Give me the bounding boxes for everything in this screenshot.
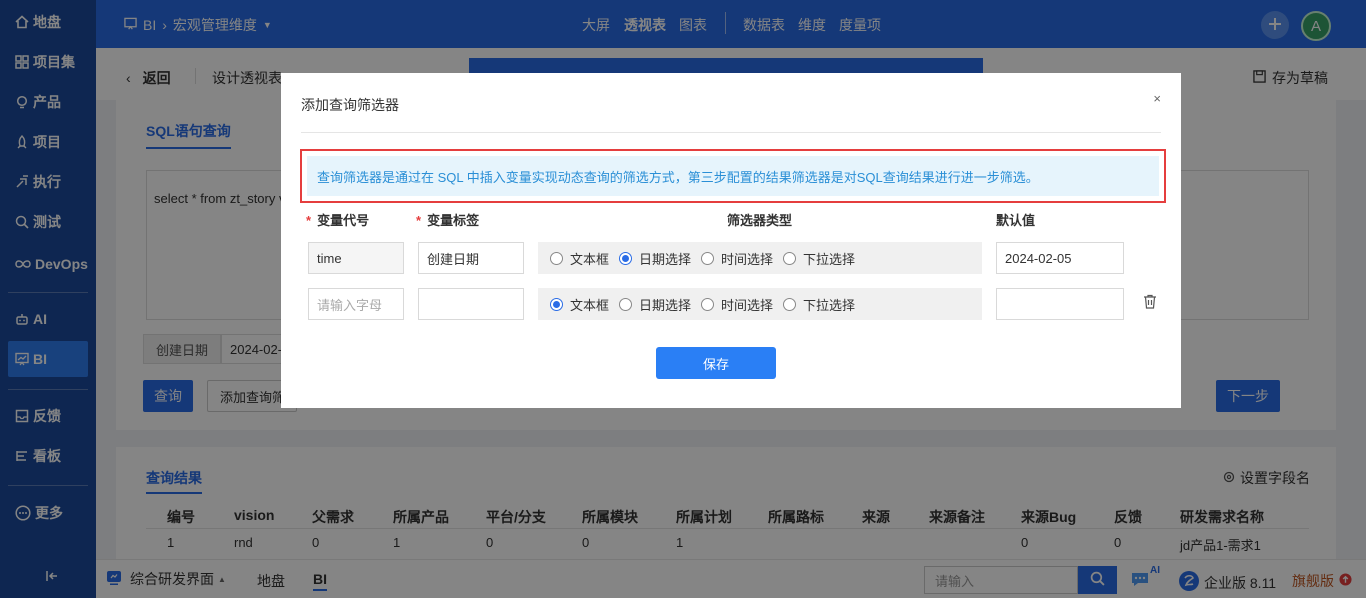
radio-dropdown[interactable]: 下拉选择 xyxy=(783,249,855,268)
variable-code-input[interactable]: 请输入字母 xyxy=(308,288,404,320)
radio-circle xyxy=(619,297,633,311)
trash-icon[interactable] xyxy=(1143,294,1157,312)
filter-type-radio-group: 文本框 日期选择 时间选择 下拉选择 xyxy=(538,288,982,320)
required-mark: * xyxy=(416,213,422,228)
radio-label: 文本框 xyxy=(570,251,610,267)
radio-label: 日期选择 xyxy=(639,297,692,313)
radio-label: 日期选择 xyxy=(639,251,692,267)
radio-circle xyxy=(783,297,797,311)
header-filter-type: 筛选器类型 xyxy=(727,213,793,228)
header-variable-label: * 变量标签 xyxy=(416,210,479,229)
radio-label: 下拉选择 xyxy=(803,297,856,313)
radio-time[interactable]: 时间选择 xyxy=(701,249,773,268)
radio-dropdown[interactable]: 下拉选择 xyxy=(783,295,855,314)
radio-textbox[interactable]: 文本框 xyxy=(550,249,609,268)
notice-box: 查询筛选器是通过在 SQL 中插入变量实现动态查询的筛选方式，第三步配置的结果筛… xyxy=(300,149,1166,203)
radio-circle xyxy=(783,251,797,265)
header-label: 变量标签 xyxy=(427,213,480,228)
variable-code-input[interactable]: time xyxy=(308,242,404,274)
required-mark: * xyxy=(306,213,312,228)
radio-circle xyxy=(550,297,563,311)
radio-circle xyxy=(619,251,633,265)
close-icon[interactable]: × xyxy=(1153,91,1161,106)
radio-date[interactable]: 日期选择 xyxy=(619,295,691,314)
header-variable-code: * 变量代号 xyxy=(306,210,369,229)
radio-circle xyxy=(550,251,563,265)
variable-label-input[interactable] xyxy=(418,288,524,320)
radio-circle xyxy=(701,251,715,265)
radio-textbox[interactable]: 文本框 xyxy=(550,295,609,314)
default-value-input[interactable]: 2024-02-05 xyxy=(996,242,1124,274)
dialog-title: 添加查询筛选器 xyxy=(301,97,399,113)
header-label: 变量代号 xyxy=(317,213,370,228)
radio-label: 时间选择 xyxy=(721,297,774,313)
radio-time[interactable]: 时间选择 xyxy=(701,295,773,314)
default-value-input[interactable] xyxy=(996,288,1124,320)
header-default-value: 默认值 xyxy=(996,213,1036,228)
radio-date[interactable]: 日期选择 xyxy=(619,249,691,268)
dialog-divider xyxy=(301,132,1161,133)
radio-label: 文本框 xyxy=(570,297,610,313)
save-button[interactable]: 保存 xyxy=(656,347,776,379)
radio-label: 下拉选择 xyxy=(803,251,856,267)
variable-label-input[interactable]: 创建日期 xyxy=(418,242,524,274)
radio-label: 时间选择 xyxy=(721,251,774,267)
filter-type-radio-group: 文本框 日期选择 时间选择 下拉选择 xyxy=(538,242,982,274)
notice-text: 查询筛选器是通过在 SQL 中插入变量实现动态查询的筛选方式，第三步配置的结果筛… xyxy=(307,156,1159,196)
radio-circle xyxy=(701,297,715,311)
add-query-filter-dialog: 添加查询筛选器 × 查询筛选器是通过在 SQL 中插入变量实现动态查询的筛选方式… xyxy=(281,73,1181,408)
